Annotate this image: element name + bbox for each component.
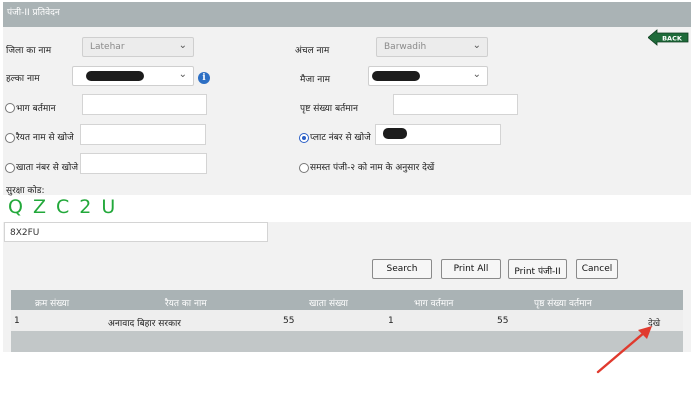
print-panji-button[interactable]: Print पंजी-II xyxy=(508,259,567,279)
district-select[interactable]: Latehar ⌄ xyxy=(82,37,194,57)
plot-radio[interactable] xyxy=(299,133,309,143)
red-arrow-annotation xyxy=(596,326,652,374)
cell-raiyat: अनावाद बिहार सरकार xyxy=(108,319,181,329)
raiyat-input[interactable] xyxy=(80,124,206,145)
chevron-down-icon: ⌄ xyxy=(178,69,187,80)
redaction-mark xyxy=(383,128,407,139)
mauza-label: मैजा नाम xyxy=(300,75,330,85)
search-button[interactable]: Search xyxy=(372,259,432,279)
cell-bhag: 1 xyxy=(388,316,394,326)
column-header-page: पृष्ठ संख्या वर्तमान xyxy=(534,299,592,309)
column-header-serial: क्रम संख्या xyxy=(35,299,70,309)
title-bar: पंजी-II प्रतिवेदन xyxy=(3,2,691,27)
captcha-input[interactable]: 8X2FU xyxy=(4,222,268,242)
captcha-label: सुरक्षा कोड: xyxy=(6,186,45,196)
column-header-bhag: भाग वर्तमान xyxy=(414,299,454,309)
redaction-mark xyxy=(372,71,420,81)
cell-page: 55 xyxy=(497,316,509,326)
page-number-input[interactable] xyxy=(393,94,518,115)
page-title: पंजी-II प्रतिवेदन xyxy=(7,8,60,18)
print-all-button[interactable]: Print All xyxy=(441,259,501,279)
back-label: BACK xyxy=(662,34,683,42)
captcha-image: QZC2U xyxy=(8,196,126,218)
district-value: Latehar xyxy=(90,42,125,52)
zone-select[interactable]: Barwadih ⌄ xyxy=(376,37,488,57)
district-label: जिला का नाम xyxy=(6,46,52,56)
captcha-input-value: 8X2FU xyxy=(10,228,40,238)
chevron-down-icon: ⌄ xyxy=(472,40,481,51)
raiyat-radio[interactable] xyxy=(5,133,15,143)
khata-radio[interactable] xyxy=(5,163,15,173)
all-radio[interactable] xyxy=(299,163,309,173)
table-footer xyxy=(11,331,683,352)
khata-input[interactable] xyxy=(80,153,207,174)
all-label: समस्त पंजी-२ को नाम के अनुसार देखें xyxy=(310,163,435,173)
cell-khata: 55 xyxy=(283,316,295,326)
bhag-input[interactable] xyxy=(82,94,207,115)
info-icon[interactable]: i xyxy=(198,72,210,84)
redaction-mark xyxy=(86,71,144,81)
zone-label: अंचल नाम xyxy=(295,46,330,56)
raiyat-label: रैयत नाम से खोजे xyxy=(16,133,74,143)
khata-label: खाता नंबर से खोजे xyxy=(16,163,79,173)
bhag-radio[interactable] xyxy=(5,103,15,113)
halka-label: हल्का नाम xyxy=(6,74,40,84)
plot-label: प्लाट नंबर से खोजे xyxy=(310,133,371,143)
cancel-button[interactable]: Cancel xyxy=(576,259,618,279)
column-header-raiyat: रैयत का नाम xyxy=(165,299,207,309)
zone-value: Barwadih xyxy=(384,42,427,52)
chevron-down-icon: ⌄ xyxy=(178,40,187,51)
back-button[interactable]: BACK xyxy=(648,29,690,46)
chevron-down-icon: ⌄ xyxy=(472,69,481,80)
cell-serial: 1 xyxy=(14,316,20,326)
bhag-label: भाग बर्तमान xyxy=(16,104,56,114)
column-header-khata: खाता संख्या xyxy=(309,299,348,309)
page-number-label: पृष्ट संख्या बर्तमान xyxy=(300,104,358,114)
